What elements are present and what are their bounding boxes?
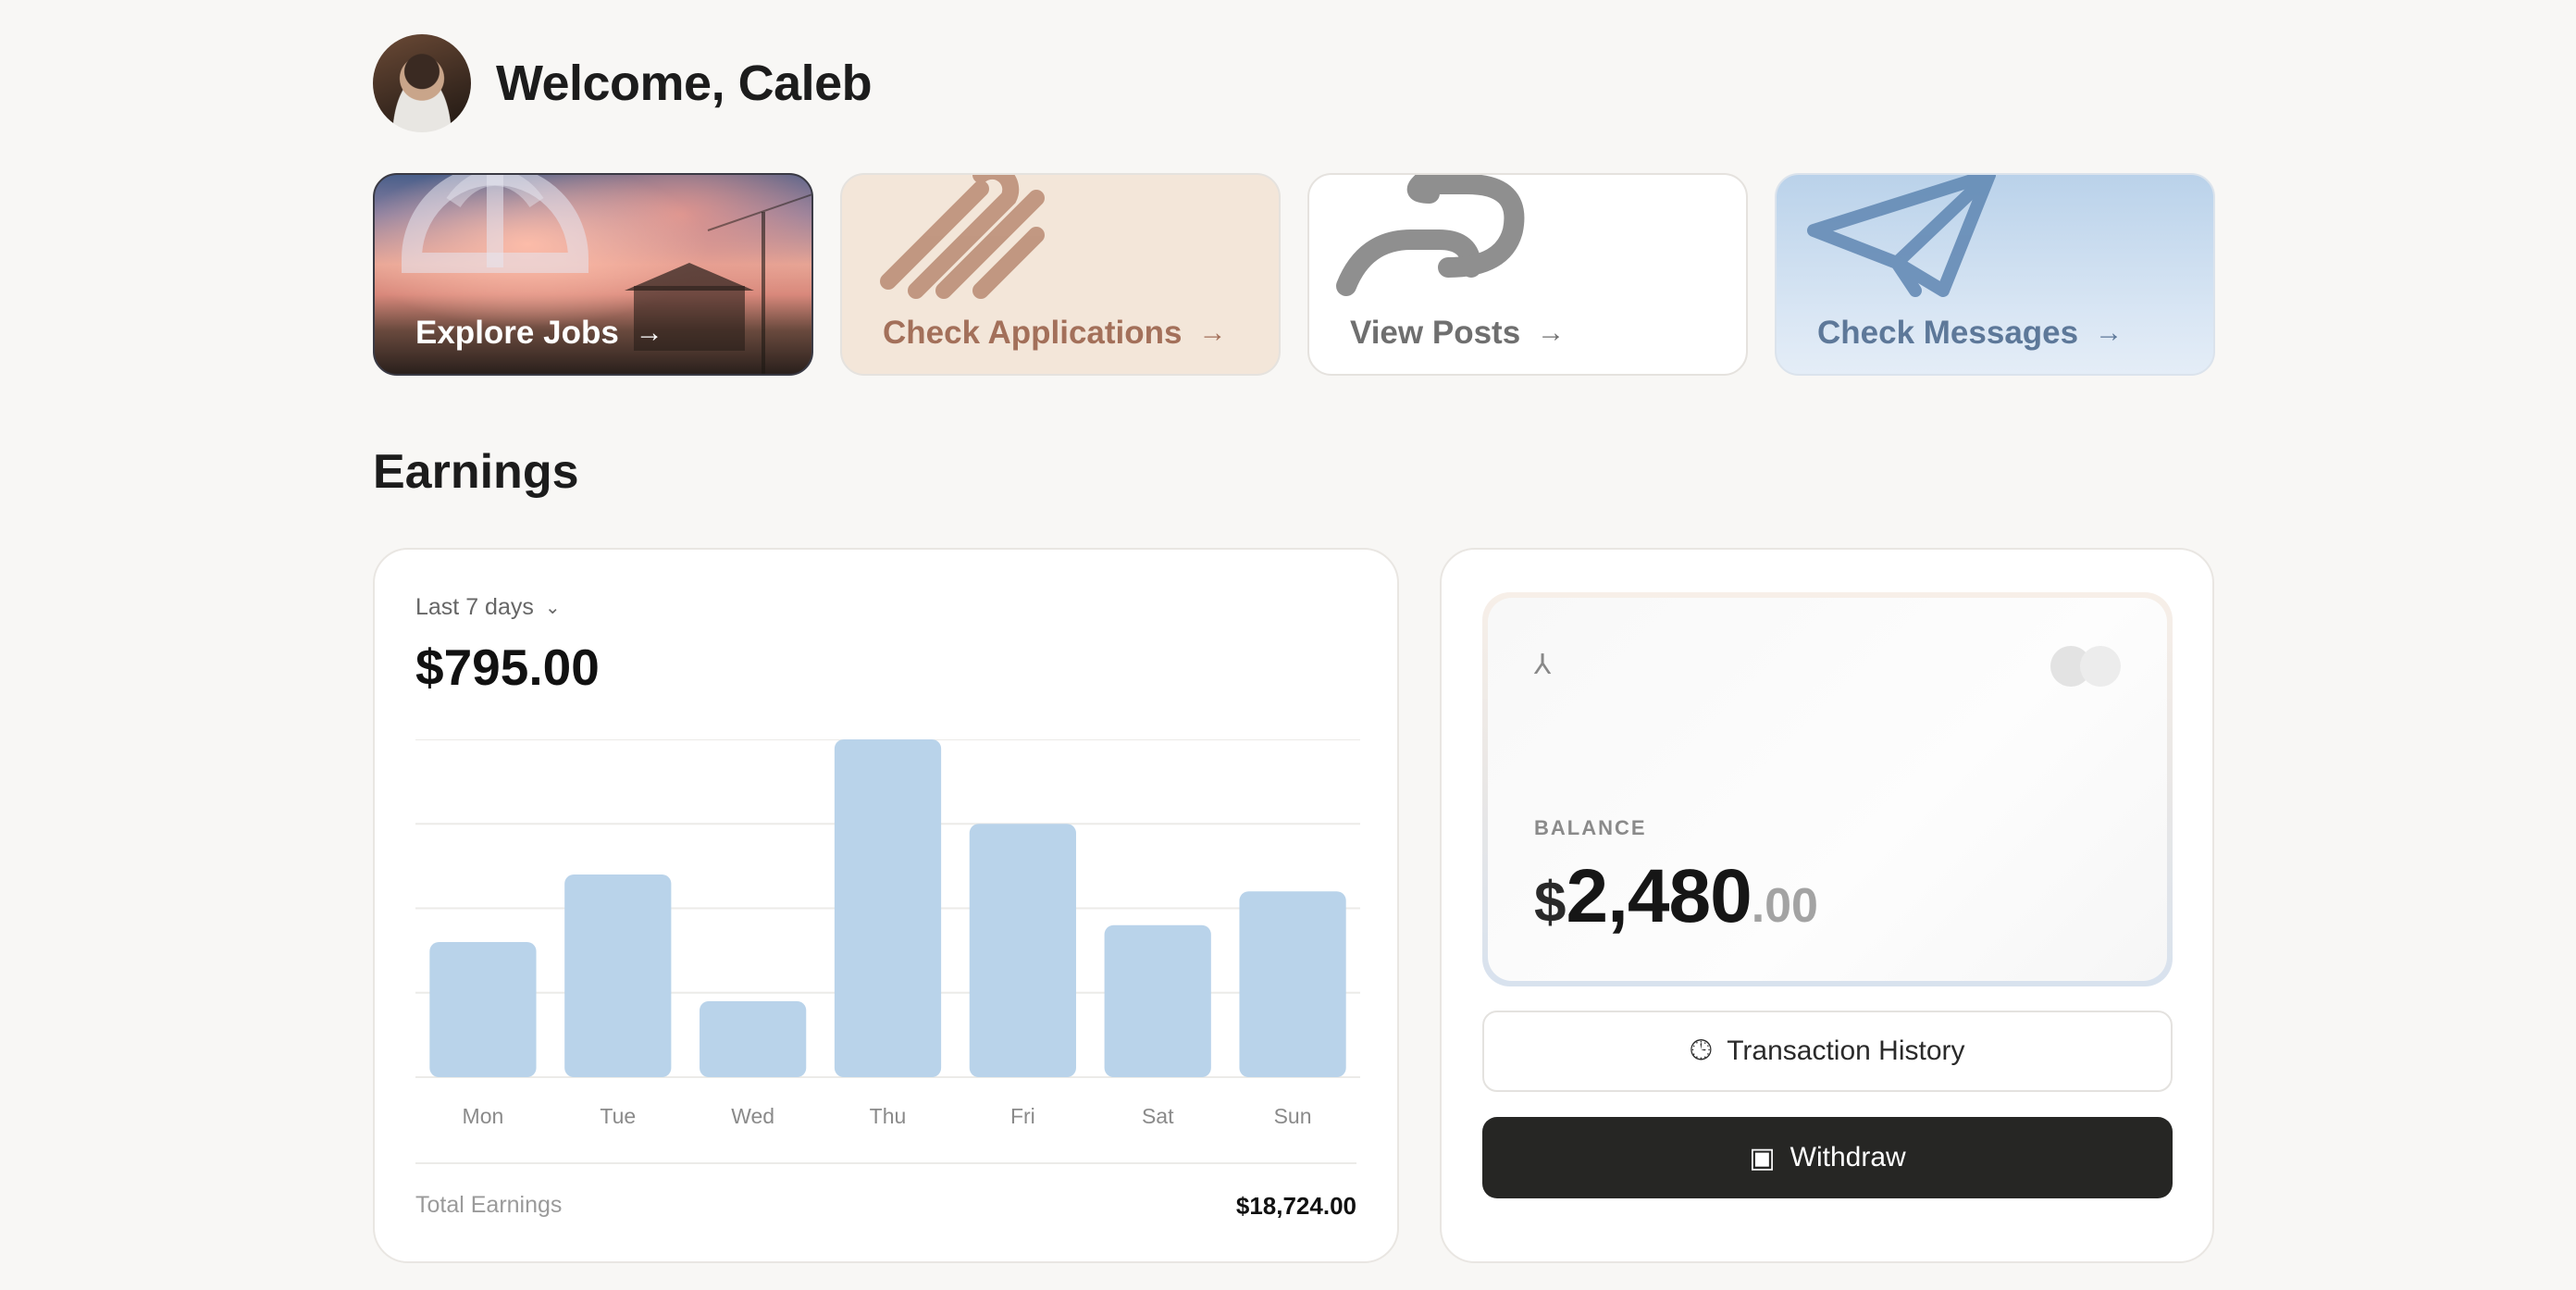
bar-sun[interactable] [1239, 891, 1346, 1077]
x-tick-label: Tue [600, 1104, 636, 1128]
check-messages-label: Check Messages [1817, 315, 2079, 351]
balance-card: ⅄ BALANCE $ 2,480 .00 [1482, 592, 2173, 986]
transaction-history-label: Transaction History [1727, 1036, 1965, 1066]
x-tick-label: Wed [731, 1104, 774, 1128]
range-dropdown[interactable]: Last 7 days ⌄ [415, 594, 561, 621]
clock-icon: 🕒︎ [1690, 1036, 1713, 1066]
check-applications-label: Check Applications [883, 315, 1183, 351]
transaction-history-button[interactable]: 🕒︎ Transaction History [1482, 1011, 2173, 1092]
balance-decimal: .00 [1751, 879, 1818, 933]
explore-jobs-label: Explore Jobs [415, 315, 619, 351]
welcome-title: Welcome, Caleb [496, 56, 873, 111]
earnings-bar-chart: Mon Tue Wed Thu Fri Sat Sun [415, 739, 1360, 1128]
earnings-amount: $795.00 [415, 639, 600, 696]
bar-mon[interactable] [429, 942, 537, 1077]
range-label: Last 7 days [415, 594, 534, 620]
x-tick-label: Sun [1274, 1104, 1312, 1128]
arrow-right-icon: → [2095, 317, 2124, 348]
view-posts-card[interactable]: View Posts → [1307, 173, 1748, 376]
balance-integer: 2,480 [1566, 854, 1752, 938]
bar-sat[interactable] [1104, 924, 1211, 1077]
earnings-title: Earnings [373, 445, 579, 499]
arrow-right-icon: → [635, 317, 663, 348]
x-tick-label: Fri [1010, 1104, 1035, 1128]
balance-label: BALANCE [1534, 816, 1647, 839]
x-tick-label: Mon [463, 1104, 504, 1128]
balance-amount: $ 2,480 .00 [1534, 853, 1818, 940]
quick-actions: Explore Jobs → Check Applications → View… [373, 173, 2215, 376]
total-earnings-label: Total Earnings [415, 1192, 563, 1218]
bar-fri[interactable] [969, 824, 1076, 1077]
chevron-down-icon: ⌄ [544, 598, 561, 618]
bar-wed[interactable] [700, 1000, 807, 1077]
brand-logo-icon: ⅄ [1534, 650, 1552, 680]
header: Welcome, Caleb [373, 34, 873, 132]
withdraw-label: Withdraw [1790, 1142, 1906, 1172]
bar-tue[interactable] [564, 874, 672, 1077]
arrow-right-icon: → [1198, 317, 1227, 348]
explore-jobs-card[interactable]: Explore Jobs → [373, 173, 813, 376]
withdraw-button[interactable]: ▣ Withdraw [1482, 1117, 2173, 1198]
earnings-chart-panel: Last 7 days ⌄ $795.00 Mon Tue Wed Thu Fri Sat… [373, 548, 1399, 1263]
balance-currency: $ [1534, 871, 1567, 935]
bar-thu[interactable] [834, 739, 942, 1077]
check-messages-card[interactable]: Check Messages → [1775, 173, 2215, 376]
arrow-right-icon: → [1537, 317, 1566, 348]
card-network-icon [2050, 646, 2121, 687]
divider [415, 1162, 1356, 1164]
balance-panel: ⅄ BALANCE $ 2,480 .00 🕒︎ Transaction His… [1440, 548, 2214, 1263]
check-applications-card[interactable]: Check Applications → [840, 173, 1281, 376]
wallet-icon: ▣ [1749, 1142, 1776, 1173]
total-earnings-value: $18,724.00 [1235, 1192, 1356, 1220]
x-tick-label: Sat [1142, 1104, 1174, 1128]
x-tick-label: Thu [870, 1104, 907, 1128]
view-posts-label: View Posts [1350, 315, 1521, 351]
avatar[interactable] [373, 34, 471, 132]
